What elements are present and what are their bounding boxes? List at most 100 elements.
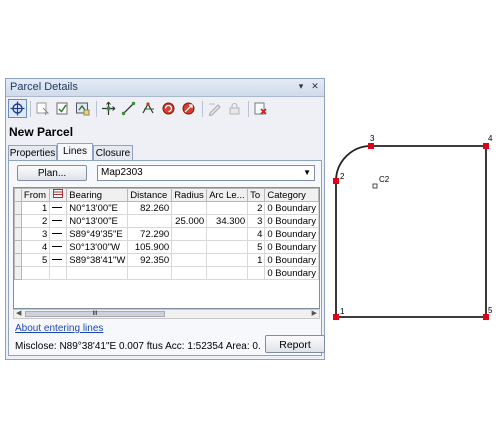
- crosshair-icon[interactable]: [8, 99, 27, 118]
- about-entering-lines-link[interactable]: About entering lines: [15, 323, 103, 334]
- toolbar-separator: [30, 101, 31, 117]
- table-row[interactable]: 0 Boundary: [14, 266, 319, 280]
- cell-distance[interactable]: 82.260: [127, 201, 173, 215]
- cell-from[interactable]: [20, 266, 51, 280]
- scroll-right-icon[interactable]: ▶: [312, 309, 317, 317]
- select-points-icon[interactable]: [33, 99, 52, 118]
- cell-bearing[interactable]: S0°13'00"W: [66, 240, 129, 254]
- row-selector[interactable]: [14, 266, 22, 280]
- row-selector[interactable]: [14, 201, 22, 215]
- cell-to[interactable]: 5: [247, 240, 266, 254]
- close-icon[interactable]: ✕: [309, 80, 321, 93]
- horizontal-scrollbar[interactable]: ◀ III ▶: [13, 309, 320, 319]
- cell-bearing[interactable]: [66, 266, 129, 280]
- plan-button[interactable]: Plan...: [17, 165, 87, 181]
- join-icon[interactable]: [139, 99, 158, 118]
- cell-distance[interactable]: 72.290: [127, 227, 173, 241]
- parcel-point-3[interactable]: [368, 143, 374, 149]
- lock-icon[interactable]: [225, 99, 244, 118]
- rotate-icon[interactable]: [159, 99, 178, 118]
- parcel-point-2[interactable]: [333, 178, 339, 184]
- cell-from[interactable]: 2: [20, 214, 51, 228]
- cell-category[interactable]: 0 Boundary: [264, 227, 319, 241]
- scroll-left-icon[interactable]: ◀: [16, 309, 21, 317]
- scale-icon[interactable]: [179, 99, 198, 118]
- delete-icon[interactable]: [251, 99, 270, 118]
- pin-dropdown-icon[interactable]: ▾: [295, 80, 307, 93]
- cell-radius[interactable]: [171, 240, 208, 254]
- grid-table-icon: [53, 189, 64, 198]
- row-selector[interactable]: [14, 214, 22, 228]
- line-type-cell[interactable]: [49, 266, 68, 280]
- cell-to[interactable]: 1: [247, 253, 266, 267]
- column-header-bearing-type[interactable]: [49, 188, 68, 202]
- cell-from[interactable]: 3: [20, 227, 51, 241]
- cell-to[interactable]: [247, 266, 266, 280]
- table-row[interactable]: 2 N0°13'00"E 25.000 34.300 3 0 Boundary: [14, 214, 319, 228]
- cell-category[interactable]: 0 Boundary: [264, 240, 319, 254]
- parcel-point-label: 2: [340, 172, 345, 181]
- cell-distance[interactable]: 92.350: [127, 253, 173, 267]
- row-header-corner: [14, 188, 22, 202]
- tab-properties[interactable]: Properties: [8, 145, 57, 160]
- report-button[interactable]: Report: [265, 335, 325, 353]
- cell-bearing[interactable]: S89°49'35"E: [66, 227, 129, 241]
- parcel-point-1[interactable]: [333, 314, 339, 320]
- cell-radius[interactable]: [171, 201, 208, 215]
- cell-category[interactable]: 0 Boundary: [264, 266, 319, 280]
- cell-radius[interactable]: [171, 253, 208, 267]
- plan-dropdown-value: Map2303: [101, 167, 143, 178]
- cell-bearing[interactable]: N0°13'00"E: [66, 201, 129, 215]
- table-row[interactable]: 4 S0°13'00"W 105.900 5 0 Boundary: [14, 240, 319, 254]
- cell-to[interactable]: 4: [247, 227, 266, 241]
- cell-radius[interactable]: 25.000: [171, 214, 208, 228]
- cell-distance[interactable]: 105.900: [127, 240, 173, 254]
- cell-category[interactable]: 0 Boundary: [264, 214, 319, 228]
- check-icon[interactable]: [53, 99, 72, 118]
- table-row[interactable]: 5 S89°38'41"W 92.350 1 0 Boundary: [14, 253, 319, 267]
- column-header-to[interactable]: To: [247, 188, 266, 202]
- column-header-arc-length[interactable]: Arc Le...: [206, 188, 249, 202]
- tab-closure[interactable]: Closure: [93, 145, 133, 160]
- parcel-details-window: Parcel Details ▾ ✕ New Parcel Properties…: [5, 78, 325, 360]
- cell-arc-length[interactable]: [206, 201, 249, 215]
- row-selector[interactable]: [14, 227, 22, 241]
- scrollbar-thumb[interactable]: III: [25, 311, 165, 317]
- cell-to[interactable]: 2: [247, 201, 266, 215]
- column-header-bearing[interactable]: Bearing: [66, 188, 129, 202]
- row-selector[interactable]: [14, 240, 22, 254]
- row-selector[interactable]: [14, 253, 22, 267]
- cell-to[interactable]: 3: [247, 214, 266, 228]
- cell-arc-length[interactable]: 34.300: [206, 214, 249, 228]
- parcel-point-4[interactable]: [483, 143, 489, 149]
- cell-arc-length[interactable]: [206, 240, 249, 254]
- move-point-icon[interactable]: [99, 99, 118, 118]
- table-row[interactable]: 3 S89°49'35"E 72.290 4 0 Boundary: [14, 227, 319, 241]
- cell-radius[interactable]: [171, 266, 208, 280]
- curve-center-marker: [372, 183, 378, 189]
- cell-from[interactable]: 1: [20, 201, 51, 215]
- edit-feature-icon[interactable]: [205, 99, 224, 118]
- table-row[interactable]: 1 N0°13'00"E 82.260 2 0 Boundary: [14, 201, 319, 215]
- tab-lines[interactable]: Lines: [57, 143, 93, 160]
- cell-arc-length[interactable]: [206, 253, 249, 267]
- cell-bearing[interactable]: N0°13'00"E: [66, 214, 129, 228]
- cell-bearing[interactable]: S89°38'41"W: [66, 253, 129, 267]
- cell-distance[interactable]: [127, 214, 173, 228]
- column-header-category[interactable]: Category: [264, 188, 319, 202]
- cell-arc-length[interactable]: [206, 227, 249, 241]
- cell-arc-length[interactable]: [206, 266, 249, 280]
- cell-radius[interactable]: [171, 227, 208, 241]
- lines-grid[interactable]: From Bearing Distance Radius Arc Le... T…: [13, 187, 320, 309]
- cell-distance[interactable]: [127, 266, 173, 280]
- column-header-from[interactable]: From: [20, 188, 51, 202]
- line-tool-icon[interactable]: [119, 99, 138, 118]
- plan-dropdown[interactable]: Map2303 ▼: [97, 165, 315, 181]
- cell-category[interactable]: 0 Boundary: [264, 253, 319, 267]
- column-header-radius[interactable]: Radius: [171, 188, 208, 202]
- cell-category[interactable]: 0 Boundary: [264, 201, 319, 215]
- map-check-icon[interactable]: [73, 99, 92, 118]
- cell-from[interactable]: 5: [20, 253, 51, 267]
- column-header-distance[interactable]: Distance: [127, 188, 173, 202]
- cell-from[interactable]: 4: [20, 240, 51, 254]
